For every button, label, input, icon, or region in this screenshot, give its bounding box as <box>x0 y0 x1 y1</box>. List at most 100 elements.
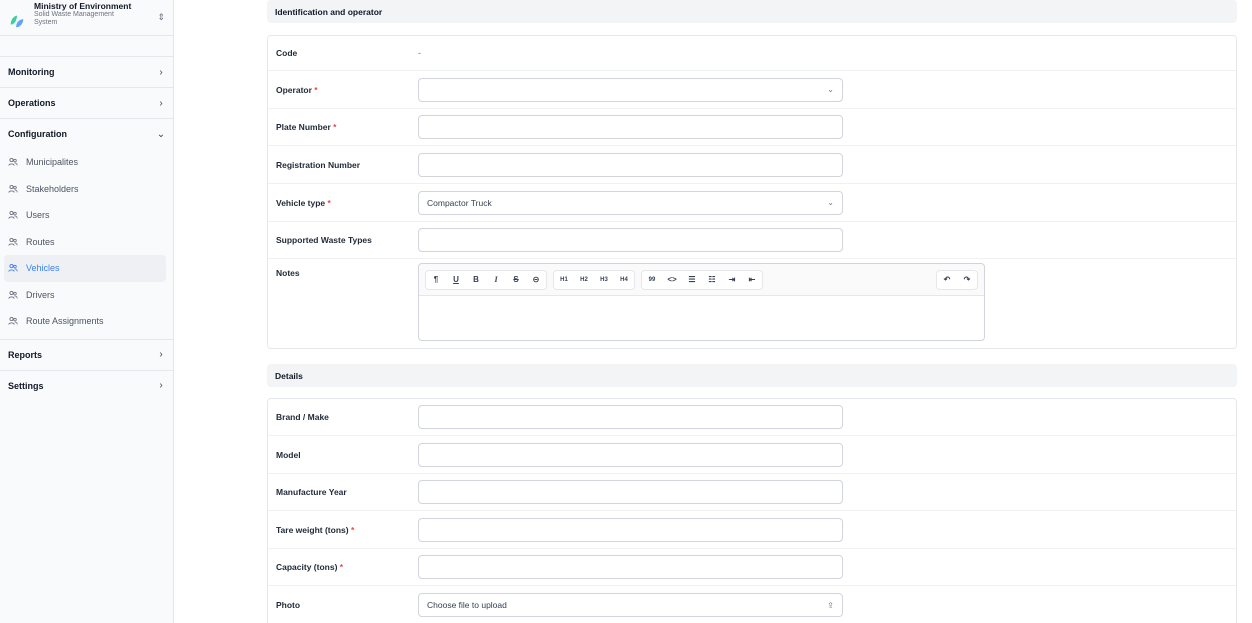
details-card: Brand / Make Model Manufacture Year Tare… <box>267 398 1237 623</box>
form-row-plate: Plate Number * <box>268 109 1236 146</box>
configuration-submenu: Municipalites Stakeholders Users Routes … <box>0 149 174 339</box>
chevron-right-icon: › <box>159 380 163 391</box>
photo-placeholder: Choose file to upload <box>427 600 507 610</box>
brand-title: Ministry of Environment <box>34 0 132 11</box>
sidebar-nav: Monitoring › Operations › Configuration … <box>0 56 174 401</box>
code-label: Code <box>276 48 298 58</box>
sidebar-item-stakeholders[interactable]: Stakeholders <box>4 176 166 203</box>
sidebar: Ministry of Environment Solid Waste Mana… <box>0 0 174 623</box>
bullet-list-icon[interactable]: ☰ <box>682 271 702 289</box>
photo-label: Photo <box>276 600 301 610</box>
tare-weight-input[interactable] <box>418 517 843 542</box>
main-content: Identification and operator Code - Opera… <box>174 0 1252 623</box>
manufacture-year-input[interactable] <box>418 480 843 504</box>
chevron-right-icon: › <box>159 349 163 360</box>
ordered-list-icon[interactable]: ☷ <box>702 271 722 289</box>
identification-card: Code - Operator * ⌄ Plate Number * Regis… <box>267 35 1237 349</box>
nav-group-operations[interactable]: Operations › <box>0 87 174 118</box>
upload-icon: ⇪ <box>827 600 834 610</box>
users-icon <box>8 264 18 273</box>
brand-subtitle: Solid Waste Management System <box>34 11 114 27</box>
plate-number-input[interactable] <box>418 115 843 139</box>
sidebar-item-routes[interactable]: Routes <box>4 229 166 256</box>
undo-icon[interactable]: ↶ <box>937 271 957 289</box>
chevron-down-icon: ⌄ <box>156 128 166 140</box>
form-row-brand: Brand / Make <box>268 399 1236 436</box>
notes-textarea[interactable] <box>419 296 984 340</box>
heading-4-icon[interactable]: H4 <box>614 271 634 289</box>
operator-select[interactable]: ⌄ <box>418 77 843 102</box>
section-header-details: Details <box>267 364 1237 387</box>
nav-group-monitoring[interactable]: Monitoring › <box>0 56 174 87</box>
sidebar-item-label: Users <box>26 210 50 221</box>
notes-editor: ¶ U B I S ⊝ H1 H2 H3 H4 99 <> ☰ ☷ ⇥ ⇤ ↶ … <box>418 263 985 341</box>
brand-text: Ministry of Environment Solid Waste Mana… <box>34 2 157 28</box>
required-mark: * <box>314 84 318 95</box>
nav-group-label: Operations <box>8 98 56 108</box>
redo-icon[interactable]: ↷ <box>957 271 977 289</box>
quote-icon[interactable]: 99 <box>642 271 662 289</box>
italic-icon[interactable]: I <box>486 271 506 289</box>
model-label: Model <box>276 449 301 460</box>
chevron-right-icon: › <box>159 97 163 109</box>
tare-weight-label-text: Tare weight (tons) <box>276 524 349 535</box>
chevron-right-icon: › <box>159 66 163 78</box>
code-icon[interactable]: <> <box>662 271 682 289</box>
link-icon[interactable]: ⊝ <box>526 271 546 289</box>
operator-label-text: Operator <box>276 84 312 95</box>
sidebar-item-drivers[interactable]: Drivers <box>4 282 166 309</box>
chevron-up-down-icon[interactable]: ⇕ <box>157 13 165 22</box>
photo-file-input[interactable]: Choose file to upload ⇪ <box>418 593 843 617</box>
heading-3-icon[interactable]: H3 <box>594 271 614 289</box>
form-row-operator: Operator * ⌄ <box>268 71 1236 109</box>
brand-switcher[interactable]: Ministry of Environment Solid Waste Mana… <box>0 0 173 36</box>
brand-make-label: Brand / Make <box>276 412 329 422</box>
sidebar-item-users[interactable]: Users <box>4 202 166 229</box>
sidebar-item-municipalities[interactable]: Municipalites <box>4 149 166 176</box>
users-icon <box>8 158 18 167</box>
form-row-waste-types: Supported Waste Types <box>268 222 1236 259</box>
heading-group: H1 H2 H3 H4 <box>553 269 635 290</box>
registration-number-input[interactable] <box>418 152 843 177</box>
sidebar-item-route-assignments[interactable]: Route Assignments <box>4 308 166 335</box>
paragraph-icon[interactable]: ¶ <box>426 271 446 289</box>
nav-group-reports[interactable]: Reports › <box>0 338 174 370</box>
brand-make-input[interactable] <box>418 405 843 429</box>
vehicle-type-label-text: Vehicle type <box>276 197 326 208</box>
model-input[interactable] <box>418 442 843 467</box>
sidebar-item-label: Vehicles <box>26 263 60 274</box>
form-row-code: Code - <box>268 36 1236 71</box>
vehicle-type-label: Vehicle type * <box>276 198 418 208</box>
notes-label: Notes <box>276 268 300 278</box>
form-row-notes: Notes ¶ U B I S ⊝ H1 H2 H3 H4 99 <> ☰ ☷ … <box>268 259 1236 347</box>
nav-group-label: Monitoring <box>8 67 55 77</box>
users-icon <box>8 290 18 299</box>
form-row-vehicle-type: Vehicle type * Compactor Truck ⌄ <box>268 184 1236 222</box>
heading-2-icon[interactable]: H2 <box>574 271 594 289</box>
sidebar-item-label: Routes <box>26 236 55 247</box>
strikethrough-icon[interactable]: S <box>506 271 526 289</box>
section-header-identification: Identification and operator <box>267 0 1237 23</box>
bold-icon[interactable]: B <box>466 271 486 289</box>
capacity-input[interactable] <box>418 555 843 579</box>
indent-icon[interactable]: ⇥ <box>722 271 742 289</box>
underline-icon[interactable]: U <box>446 271 466 289</box>
nav-group-settings[interactable]: Settings › <box>0 369 174 401</box>
users-icon <box>8 317 18 326</box>
required-mark: * <box>327 197 331 208</box>
chevron-down-icon: ⌄ <box>827 198 834 207</box>
outdent-icon[interactable]: ⇤ <box>742 271 762 289</box>
form-row-capacity: Capacity (tons) * <box>268 549 1236 586</box>
vehicle-type-select[interactable]: Compactor Truck ⌄ <box>418 190 843 215</box>
nav-group-configuration[interactable]: Configuration ⌄ <box>0 118 174 149</box>
chevron-down-icon: ⌄ <box>827 85 834 94</box>
required-mark: * <box>339 562 344 572</box>
sidebar-item-vehicles[interactable]: Vehicles <box>4 255 166 282</box>
users-icon <box>8 211 18 220</box>
registration-label: Registration Number <box>276 159 361 170</box>
form-row-tare: Tare weight (tons) * <box>268 511 1236 549</box>
form-row-model: Model <box>268 436 1236 474</box>
manufacture-year-label: Manufacture Year <box>276 487 347 497</box>
supported-waste-types-input[interactable] <box>418 228 843 252</box>
heading-1-icon[interactable]: H1 <box>554 271 574 289</box>
